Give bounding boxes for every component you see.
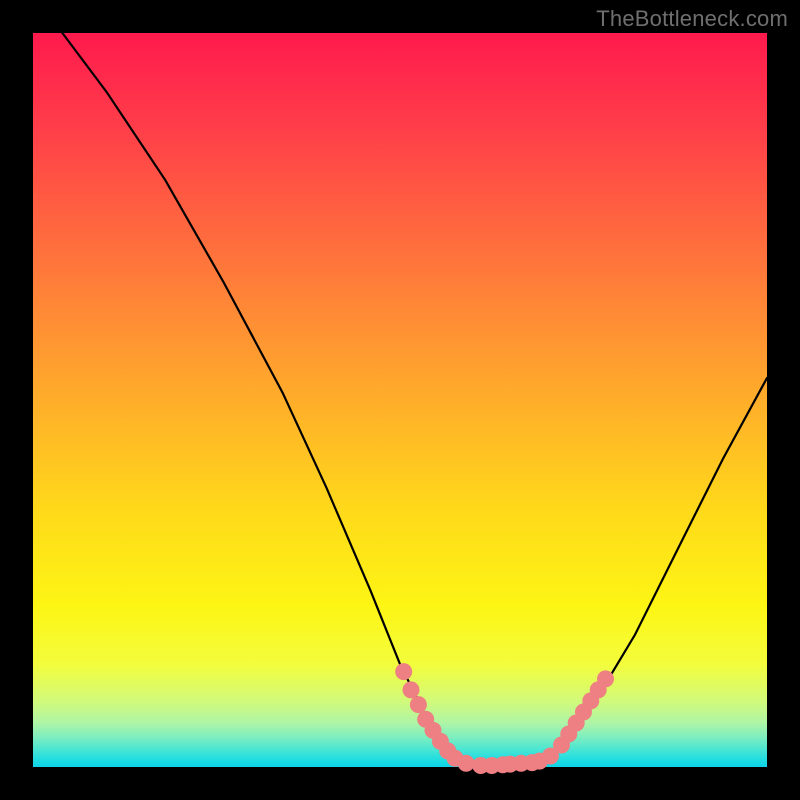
bottleneck-curve — [62, 33, 767, 767]
marker-dot — [403, 681, 420, 698]
marker-dot — [410, 696, 427, 713]
marker-dots — [395, 663, 614, 774]
marker-dot — [458, 755, 475, 772]
plot-area — [33, 33, 767, 767]
chart-svg — [33, 33, 767, 767]
watermark-text: TheBottleneck.com — [596, 6, 788, 32]
marker-dot — [597, 670, 614, 687]
chart-frame: TheBottleneck.com — [0, 0, 800, 800]
marker-dot — [395, 663, 412, 680]
